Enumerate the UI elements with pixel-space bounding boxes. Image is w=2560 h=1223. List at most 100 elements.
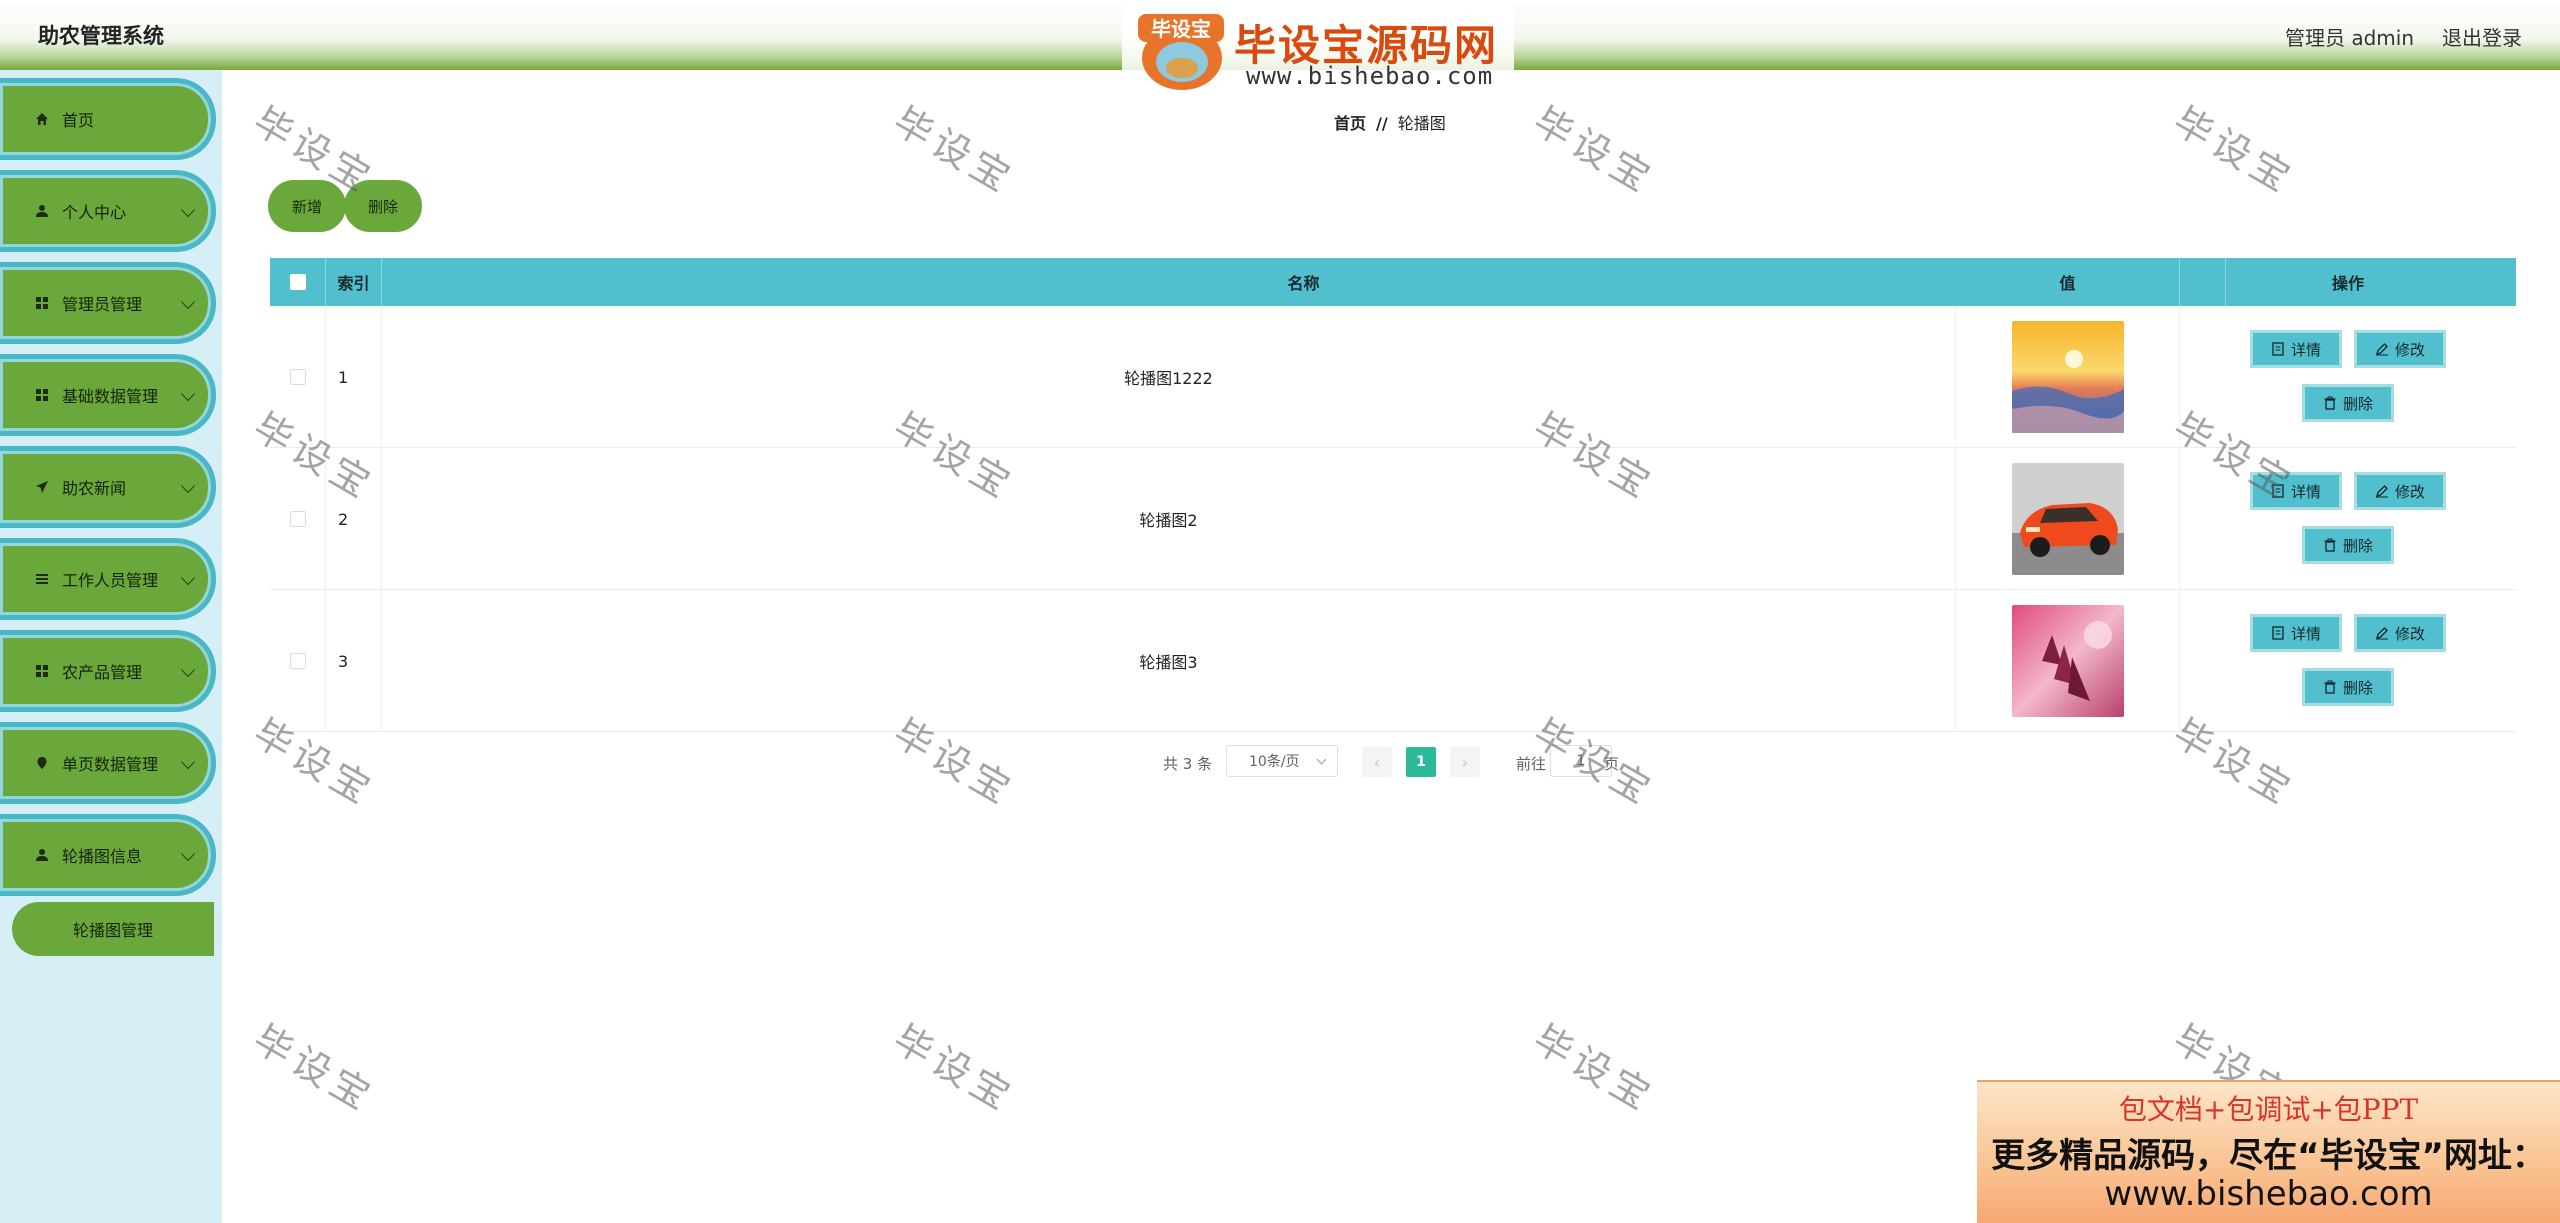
select-all-cell — [270, 258, 326, 306]
row-select-cell — [270, 306, 326, 448]
edit-label: 修改 — [2394, 340, 2425, 359]
prev-page-button[interactable]: ‹ — [1362, 747, 1392, 777]
page-size-value: 10条/页 — [1249, 754, 1300, 770]
sidebar-item-single-page[interactable]: 单页数据管理 — [0, 722, 216, 804]
chevron-down-icon — [180, 294, 196, 310]
sidebar-item-news[interactable]: 助农新闻 — [0, 446, 216, 528]
sidebar-item-carousel-info[interactable]: 轮播图信息 — [0, 814, 216, 896]
goto-page-input[interactable]: 1 — [1550, 745, 1612, 777]
delete-row-button[interactable]: 删除 — [2302, 668, 2394, 706]
row-index: 2 — [326, 448, 382, 590]
sidebar-subitem-carousel-management[interactable]: 轮播图管理 — [12, 902, 214, 956]
carousel-thumbnail-flowers — [2011, 605, 2124, 717]
edit-button[interactable]: 修改 — [2354, 472, 2446, 510]
watermark: 毕设宝 — [2166, 98, 2303, 203]
sidebar-item-label: 助农新闻 — [62, 479, 127, 498]
next-page-button[interactable]: › — [1450, 747, 1480, 777]
watermark: 毕设宝 — [1526, 98, 1663, 203]
delete-label: 删除 — [2342, 678, 2373, 697]
logo-badge-text: 毕设宝 — [1151, 17, 1211, 41]
edit-label: 修改 — [2394, 624, 2425, 643]
column-header-index: 索引 — [326, 258, 382, 306]
row-value-cell — [1956, 590, 2180, 732]
page-number-button[interactable]: 1 — [1406, 747, 1436, 777]
promo-line-3: www.bishebao.com — [2104, 1174, 2433, 1214]
row-checkbox[interactable] — [289, 511, 306, 527]
sidebar-item-label: 工作人员管理 — [62, 571, 159, 590]
carousel-thumbnail-sunset — [2011, 321, 2124, 433]
promo-line-2: 更多精品源码，尽在“毕设宝”网址： — [1991, 1136, 2546, 1176]
carousel-thumbnail-car — [2011, 463, 2124, 575]
chevron-down-icon — [180, 570, 196, 586]
chevron-down-icon — [180, 478, 196, 494]
row-checkbox[interactable] — [289, 653, 306, 669]
row-name: 轮播图3 — [382, 590, 1956, 732]
row-actions-cell: 详情 修改 删除 — [2180, 306, 2516, 448]
grid-icon — [34, 387, 50, 403]
sidebar-item-products[interactable]: 农产品管理 — [0, 630, 216, 712]
detail-label: 详情 — [2290, 340, 2321, 359]
delete-row-button[interactable]: 删除 — [2302, 384, 2394, 422]
row-value-cell — [1956, 448, 2180, 590]
edit-icon — [2375, 343, 2388, 356]
detail-button[interactable]: 详情 — [2250, 330, 2342, 368]
edit-button[interactable]: 修改 — [2354, 330, 2446, 368]
breadcrumb-current: 轮播图 — [1397, 114, 1446, 133]
add-button[interactable]: 新增 — [268, 180, 346, 232]
watermark: 毕设宝 — [246, 1016, 383, 1121]
watermark: 毕设宝 — [1526, 1016, 1663, 1121]
delete-selected-button[interactable]: 删除 — [344, 180, 422, 232]
delete-row-button[interactable]: 删除 — [2302, 526, 2394, 564]
edit-icon — [2375, 485, 2388, 498]
select-all-checkbox[interactable] — [289, 274, 306, 290]
header-user-area: 管理员 admin 退出登录 — [2285, 22, 2522, 51]
column-header-value: 值 — [1956, 258, 2180, 306]
promo-banner: 包文档+包调试+包PPT 更多精品源码，尽在“毕设宝”网址： www.bishe… — [1977, 1080, 2560, 1223]
logo-badge-icon: 毕设宝 — [1138, 14, 1224, 90]
row-index: 1 — [326, 306, 382, 448]
page-size-select[interactable]: 10条/页 — [1226, 745, 1338, 777]
goto-prefix: 前往 — [1516, 755, 1547, 773]
edit-icon — [2375, 627, 2388, 640]
detail-label: 详情 — [2290, 482, 2321, 501]
document-icon — [2272, 342, 2284, 356]
promo-line-1: 包文档+包调试+包PPT — [2118, 1093, 2419, 1126]
sidebar-item-home[interactable]: 首页 — [0, 78, 216, 160]
sidebar-item-label: 首页 — [62, 111, 95, 130]
edit-label: 修改 — [2394, 482, 2425, 501]
site-logo: 毕设宝 毕设宝源码网 www.bishebao.com — [1122, 4, 1514, 96]
sidebar-item-label: 轮播图信息 — [62, 847, 143, 866]
grid-icon — [34, 295, 50, 311]
sidebar-item-staff[interactable]: 工作人员管理 — [0, 538, 216, 620]
user-icon — [34, 847, 50, 863]
detail-button[interactable]: 详情 — [2250, 614, 2342, 652]
list-icon — [34, 571, 50, 587]
detail-button[interactable]: 详情 — [2250, 472, 2342, 510]
delete-label: 删除 — [2342, 536, 2373, 555]
current-user-label[interactable]: 管理员 admin — [2285, 22, 2414, 51]
breadcrumb-home[interactable]: 首页 — [1334, 114, 1366, 133]
sidebar-item-basic-data[interactable]: 基础数据管理 — [0, 354, 216, 436]
home-icon — [34, 111, 50, 127]
sidebar-item-admin-management[interactable]: 管理员管理 — [0, 262, 216, 344]
user-icon — [34, 203, 50, 219]
row-checkbox[interactable] — [289, 369, 306, 385]
column-header-actions: 操作 — [2331, 274, 2364, 293]
chevron-right-icon: › — [1461, 752, 1469, 772]
chevron-down-icon — [180, 846, 196, 862]
sidebar-item-personal-center[interactable]: 个人中心 — [0, 170, 216, 252]
grid-icon — [34, 663, 50, 679]
table-row: 3 轮播图3 详情 修改 删除 — [270, 590, 2516, 732]
chevron-down-icon — [180, 386, 196, 402]
logout-link[interactable]: 退出登录 — [2442, 22, 2522, 51]
logo-url: www.bishebao.com — [1246, 62, 1494, 90]
row-select-cell — [270, 590, 326, 732]
trash-icon — [2324, 396, 2336, 410]
watermark: 毕设宝 — [886, 98, 1023, 203]
table-row: 1 轮播图1222 详情 修改 删除 — [270, 306, 2516, 448]
trash-icon — [2324, 538, 2336, 552]
watermark: 毕设宝 — [886, 1016, 1023, 1121]
chevron-down-icon — [180, 662, 196, 678]
edit-button[interactable]: 修改 — [2354, 614, 2446, 652]
location-icon — [34, 755, 50, 771]
